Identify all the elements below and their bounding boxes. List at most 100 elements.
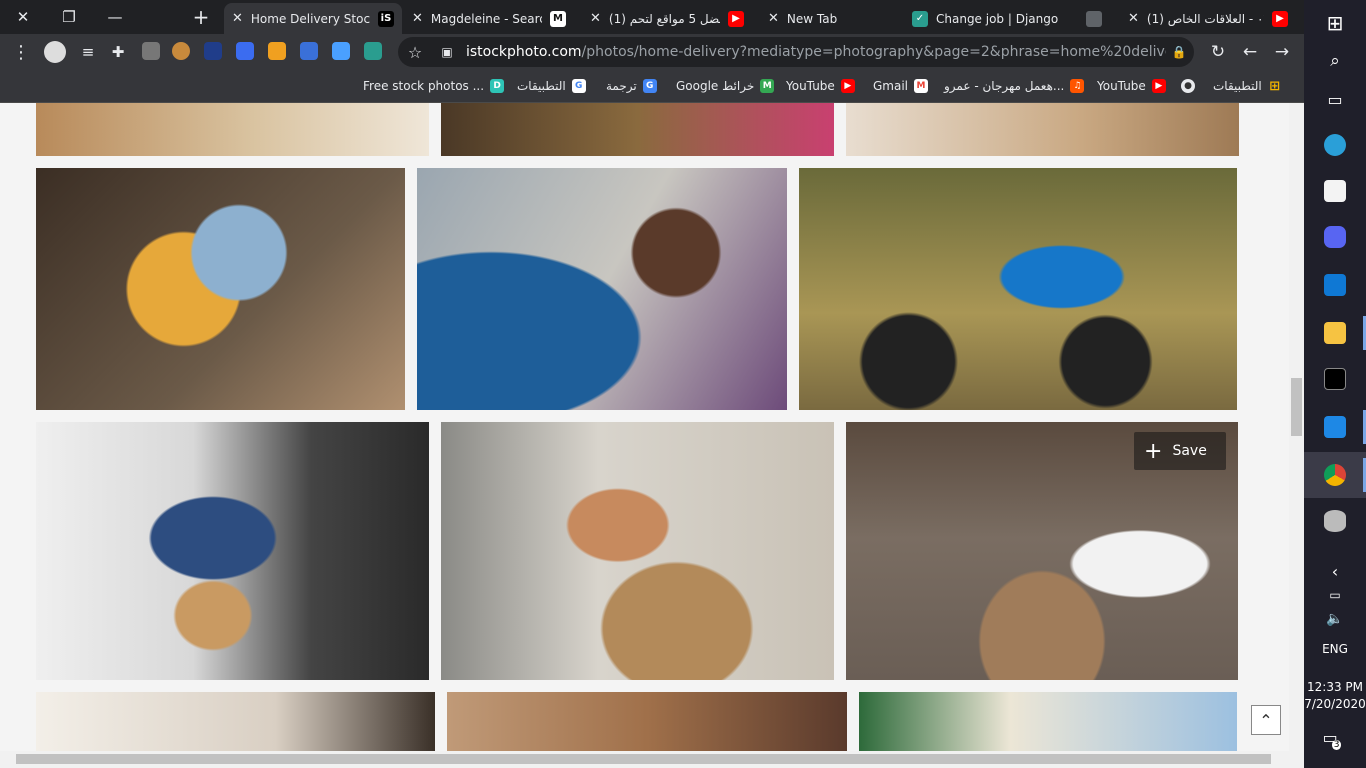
show-hidden-icons-chevron-icon[interactable]: ‹ xyxy=(1304,562,1366,581)
bookmark-google-maps[interactable]: Google خرائط M xyxy=(676,76,775,96)
bookmark-soundcloud[interactable]: هعمل مهرجان - عمرو... ♫ xyxy=(944,76,1085,96)
django-favicon-icon: ✓ xyxy=(912,10,928,27)
new-tab-button[interactable]: + xyxy=(178,0,224,34)
tab-label: New Tab xyxy=(786,11,838,26)
tab-magdeleine[interactable]: ✕ Magdeleine - Search M xyxy=(404,3,574,34)
tab-close-icon[interactable]: ✕ xyxy=(232,11,243,26)
youtube-icon: ▶ xyxy=(840,79,855,93)
bookmark-youtube[interactable]: YouTube ▶ xyxy=(786,76,855,96)
youtube-favicon-icon: ▶ xyxy=(1272,10,1288,27)
vertical-scrollbar[interactable] xyxy=(1289,103,1304,751)
address-bar[interactable]: ☆ ▣ istockphoto.com/photos/home-delivery… xyxy=(398,37,1194,67)
scrollbar-thumb[interactable] xyxy=(16,754,1271,764)
photo-senior-woman-signing-delivery[interactable] xyxy=(36,168,405,410)
window-restore-button[interactable]: ❐ xyxy=(46,0,92,34)
check-extension-icon[interactable] xyxy=(364,42,382,60)
task-view-icon[interactable]: ▭ xyxy=(1304,76,1366,122)
bookmark-star-icon[interactable]: ☆ xyxy=(402,39,428,65)
photo-plant-package-partial[interactable] xyxy=(859,692,1237,751)
chevron-up-icon: ⌃ xyxy=(1259,710,1273,730)
cookie-extension-icon[interactable] xyxy=(172,42,190,60)
tab-youtube-arabic-2[interactable]: ✕ (1) ٠٧ - العلاقات الخاص ▶ xyxy=(1120,3,1296,34)
horizontal-scrollbar[interactable] xyxy=(0,751,1304,768)
tab-label: Change job | Django xyxy=(936,11,1059,26)
browser-toolbar: ⋮ ≡ ✚ ☆ ▣ istockphoto.com/photos/home-de… xyxy=(0,34,1304,70)
tab-label: Home Delivery Stock xyxy=(250,11,370,26)
youtube-favicon-icon: ▶ xyxy=(728,10,744,27)
results-grid xyxy=(0,103,1289,751)
language-indicator[interactable]: ENG xyxy=(1304,642,1366,656)
reload-icon[interactable]: ↻ xyxy=(1205,39,1231,65)
globe-icon xyxy=(1086,10,1102,27)
globe-icon: ● xyxy=(1181,79,1195,93)
extension-icon[interactable] xyxy=(268,42,286,60)
battery-icon[interactable]: ▭ xyxy=(1304,588,1366,602)
bookmark-gmail[interactable]: Gmail M xyxy=(873,76,929,96)
volume-icon[interactable]: 🔈 xyxy=(1304,611,1366,627)
url-text[interactable]: istockphoto.com/photos/home-delivery?med… xyxy=(466,44,1166,60)
terminal-icon[interactable] xyxy=(1304,356,1366,402)
tab-close-icon[interactable]: ✕ xyxy=(412,11,423,26)
photo-man-doorway-partial[interactable] xyxy=(447,692,847,751)
bookmark-free-stock-photos[interactable]: Free stock photos ... D xyxy=(363,76,505,96)
tab-label: (1) ٠٧ - العلاقات الخاص xyxy=(1146,11,1264,26)
tab-youtube-arabic[interactable]: ✕ (1) أفضل 5 مواقع لتحم ▶ xyxy=(582,3,752,34)
tab-close-icon[interactable]: ✕ xyxy=(1128,11,1139,26)
extension-icon[interactable] xyxy=(142,42,160,60)
photo-man-cap-partial[interactable] xyxy=(36,692,435,751)
database-icon[interactable] xyxy=(1304,498,1366,544)
tab-close-icon[interactable]: ✕ xyxy=(768,11,779,26)
scrollbar-thumb[interactable] xyxy=(1291,378,1302,436)
tab-label: Magdeleine - Search xyxy=(430,11,542,26)
reading-list-icon[interactable]: ≡ xyxy=(75,39,101,65)
window-close-button[interactable]: ✕ xyxy=(0,0,46,34)
chrome-icon[interactable] xyxy=(1304,452,1366,498)
photo-motorbike-pizza-courier[interactable] xyxy=(799,168,1237,410)
file-explorer-icon[interactable] xyxy=(1304,310,1366,356)
extensions-icon[interactable]: ✚ xyxy=(105,39,131,65)
bookmark-apps[interactable]: التطبيقات G xyxy=(517,76,586,96)
bookmark-youtube-2[interactable]: YouTube ▶ xyxy=(1097,76,1166,96)
plus-icon: + xyxy=(1144,438,1163,464)
scroll-to-top-button[interactable]: ⌃ xyxy=(1251,705,1281,735)
translate-icon: G xyxy=(642,79,657,93)
tab-new-tab[interactable]: ✕ New Tab xyxy=(760,3,910,34)
back-icon[interactable]: ← xyxy=(1237,39,1263,65)
extension-icon[interactable] xyxy=(236,42,254,60)
tab-django[interactable]: ✓ Change job | Django xyxy=(904,3,1110,34)
notifications-icon[interactable]: ▭3 xyxy=(1304,728,1366,750)
maps-icon: M xyxy=(760,79,775,93)
photo-bags-partial[interactable] xyxy=(36,103,429,156)
bookmark-favicon-icon: D xyxy=(490,79,505,93)
bookmark-translate[interactable]: ترجمة G xyxy=(606,76,657,96)
extension-icon[interactable] xyxy=(204,42,222,60)
edge-icon[interactable] xyxy=(1304,122,1366,168)
tab-close-icon[interactable]: ✕ xyxy=(590,11,601,26)
site-info-icon[interactable]: ▣ xyxy=(434,39,460,65)
search-extension-icon[interactable] xyxy=(332,42,350,60)
browser-window: ✕ ❐ — + ✕ Home Delivery Stock iS ✕ Magde… xyxy=(0,0,1304,768)
menu-dots-icon[interactable]: ⋮ xyxy=(8,39,34,65)
profile-avatar-icon[interactable] xyxy=(42,39,68,65)
discord-icon[interactable] xyxy=(1304,214,1366,260)
forward-icon[interactable]: → xyxy=(1269,39,1295,65)
tab-istock[interactable]: ✕ Home Delivery Stock iS xyxy=(224,3,402,34)
istock-favicon-icon: iS xyxy=(378,10,394,27)
clock-date[interactable]: 7/20/2020 xyxy=(1304,697,1366,711)
search-extension-icon[interactable] xyxy=(300,42,318,60)
photo-woman-receiving-box[interactable] xyxy=(417,168,787,410)
photo-mother-child-unpacking-box[interactable] xyxy=(441,422,834,680)
tab-label: (1) أفضل 5 مواقع لتحم xyxy=(608,11,720,26)
store-icon[interactable] xyxy=(1304,168,1366,214)
mail-icon[interactable] xyxy=(1304,262,1366,308)
photo-driver-with-mask-in-van[interactable] xyxy=(36,422,429,680)
vscode-icon[interactable] xyxy=(1304,404,1366,450)
photo-food-box-partial[interactable] xyxy=(846,103,1239,156)
magdeleine-favicon-icon: M xyxy=(550,10,566,27)
clock-time[interactable]: 12:33 PM xyxy=(1304,680,1366,694)
bookmark-apps-2[interactable]: ● التطبيقات ⊞ xyxy=(1181,76,1282,96)
youtube-icon: ▶ xyxy=(1151,79,1166,93)
window-minimize-button[interactable]: — xyxy=(92,0,138,34)
save-button[interactable]: + Save xyxy=(1134,432,1226,470)
photo-produce-crate-partial[interactable] xyxy=(441,103,834,156)
